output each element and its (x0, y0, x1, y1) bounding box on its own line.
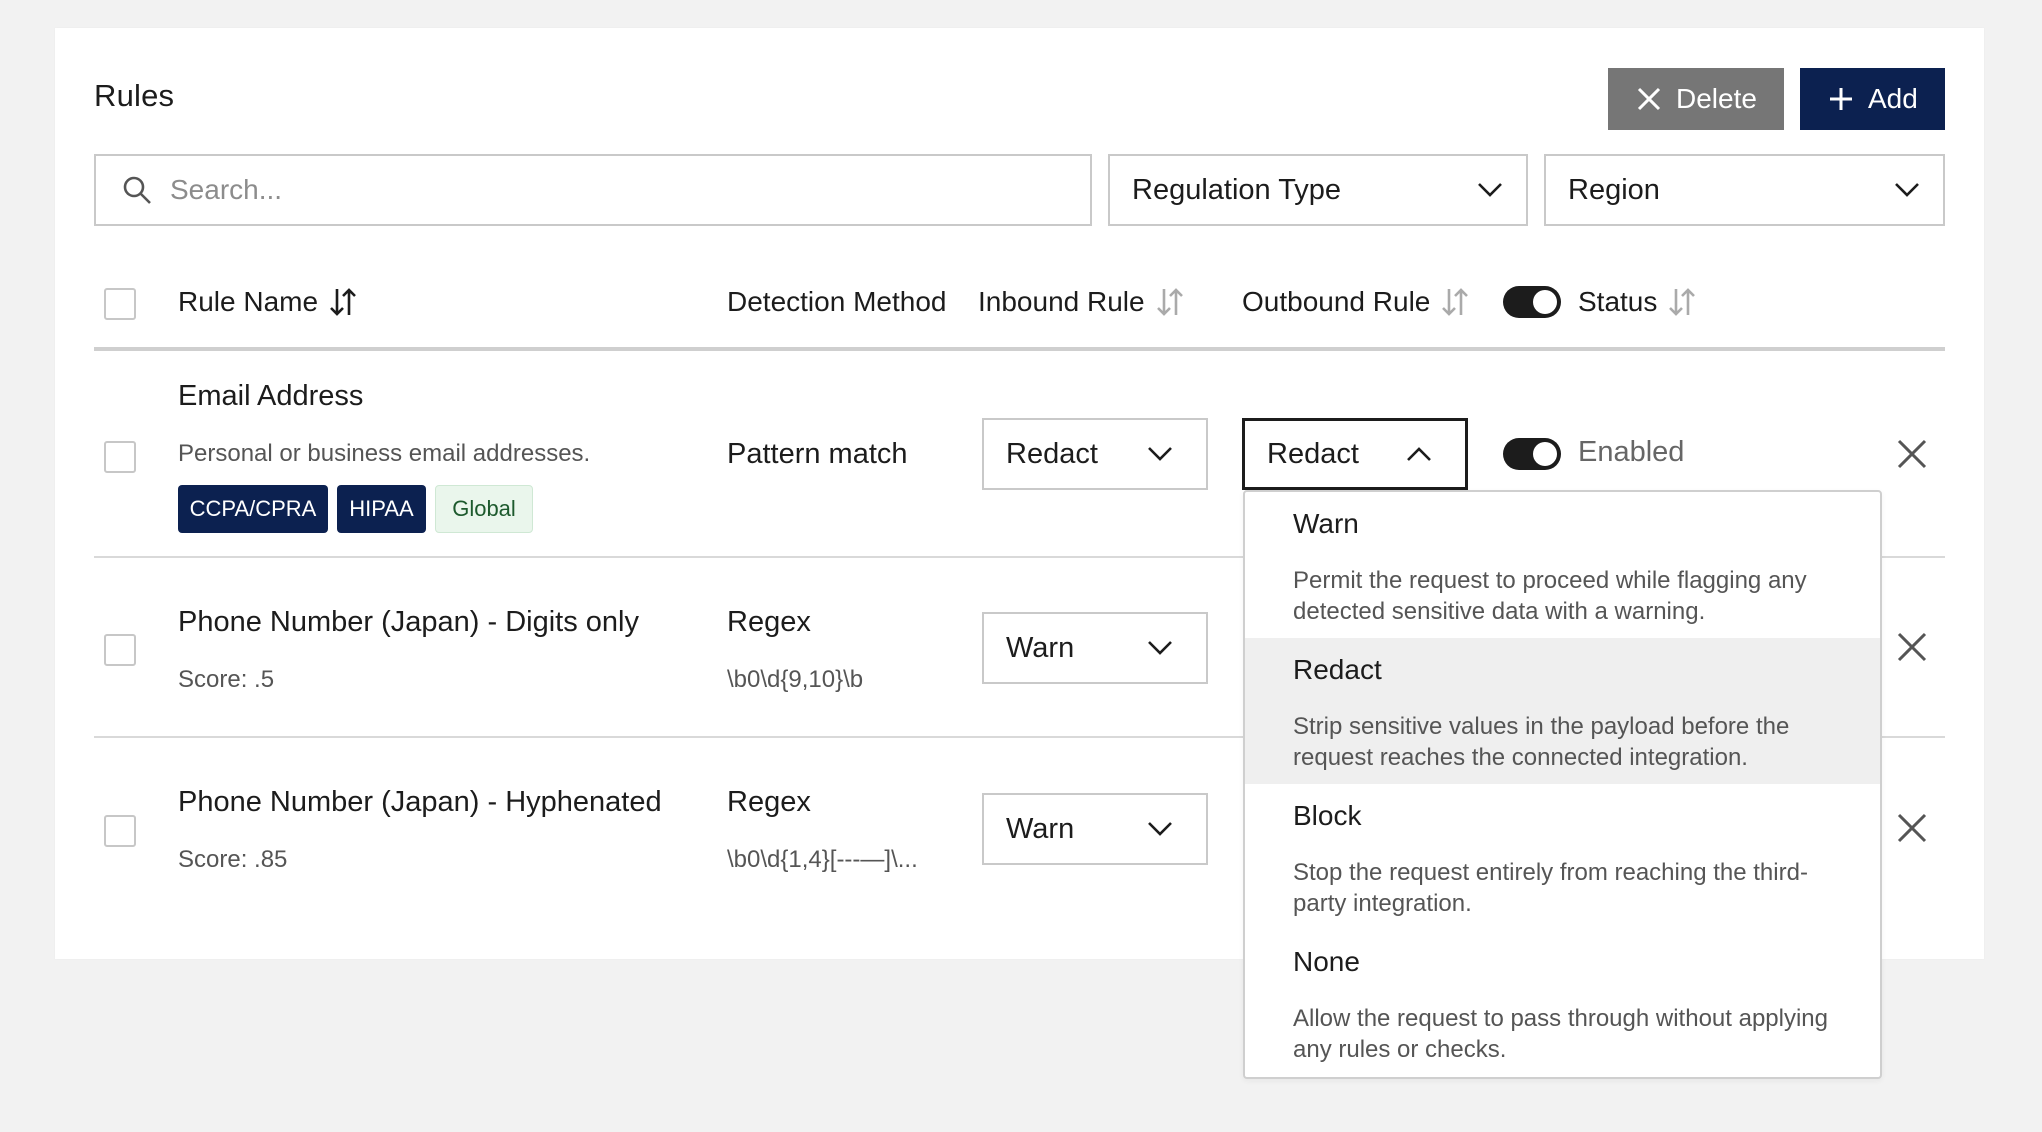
delete-button[interactable]: Delete (1608, 68, 1784, 130)
search-icon (123, 176, 151, 204)
inbound-rule-select[interactable]: Warn (982, 793, 1208, 865)
status-header-toggle[interactable] (1503, 286, 1561, 318)
row-checkbox[interactable] (104, 815, 136, 847)
add-button-label: Add (1868, 83, 1918, 114)
page-title: Rules (94, 78, 175, 113)
outbound-rule-select[interactable]: Redact (1242, 418, 1468, 490)
menu-option-description: Allow the request to pass through withou… (1293, 1005, 1828, 1063)
inbound-rule-select[interactable]: Redact (982, 418, 1208, 490)
rule-name: Phone Number (Japan) - Digits only (178, 606, 639, 638)
detection-method: Pattern match (727, 438, 908, 470)
inbound-rule-select[interactable]: Warn (982, 612, 1208, 684)
menu-option-title: None (1293, 946, 1360, 977)
row-checkbox[interactable] (104, 441, 136, 473)
chevron-up-icon (1407, 447, 1431, 461)
rule-name: Phone Number (Japan) - Hyphenated (178, 786, 662, 818)
menu-option-description: Stop the request entirely from reaching … (1293, 859, 1808, 917)
row-checkbox[interactable] (104, 634, 136, 666)
header-outbound-rule[interactable]: Outbound Rule (1242, 286, 1470, 318)
chevron-down-icon (1148, 447, 1172, 461)
menu-option-description: Strip sensitive values in the payload be… (1293, 713, 1790, 771)
add-button[interactable]: Add (1800, 68, 1945, 130)
sort-icon (1156, 288, 1183, 316)
sort-icon (1669, 288, 1696, 316)
chevron-down-icon (1148, 641, 1172, 655)
close-icon[interactable] (1896, 812, 1928, 844)
select-all-checkbox[interactable] (104, 288, 136, 320)
inbound-rule-value: Warn (1006, 812, 1075, 845)
chevron-down-icon (1895, 183, 1919, 197)
regulation-type-label: Regulation Type (1132, 173, 1342, 206)
menu-option-redact[interactable]: Redact Strip sensitive values in the pay… (1245, 638, 1880, 784)
header-inbound-label: Inbound Rule (978, 286, 1145, 317)
regex-pattern: \b0\d{9,10}\b (727, 666, 864, 693)
rule-score: Score: .5 (178, 666, 275, 693)
header-rule-name[interactable]: Rule Name (178, 286, 358, 318)
detection-method: Regex (727, 786, 811, 818)
inbound-rule-value: Warn (1006, 631, 1075, 664)
rule-description: Personal or business email addresses. (178, 440, 591, 467)
plus-icon (1830, 88, 1852, 110)
delete-button-label: Delete (1676, 83, 1757, 114)
menu-option-title: Warn (1293, 508, 1359, 539)
tag-badge: HIPAA (337, 485, 426, 533)
header-outbound-label: Outbound Rule (1242, 286, 1431, 317)
close-icon[interactable] (1896, 438, 1928, 470)
detection-method: Regex (727, 606, 811, 638)
menu-option-description: Permit the request to proceed while flag… (1293, 567, 1807, 625)
header-detection-method: Detection Method (727, 286, 947, 317)
chevron-down-icon (1148, 822, 1172, 836)
header-divider (94, 347, 1945, 351)
search-field[interactable] (94, 154, 1092, 226)
region-select[interactable]: Region (1544, 154, 1945, 226)
outbound-rule-value: Redact (1267, 437, 1359, 470)
sort-icon (330, 288, 356, 316)
status-text: Enabled (1578, 436, 1685, 468)
header-rule-name-label: Rule Name (178, 286, 319, 317)
header-status-label: Status (1578, 286, 1658, 317)
regex-pattern: \b0\d{1,4}[---—]\... (727, 846, 918, 873)
header-inbound-rule[interactable]: Inbound Rule (978, 286, 1185, 318)
close-icon[interactable] (1896, 631, 1928, 663)
menu-option-title: Redact (1293, 654, 1382, 685)
tag-badge: Global (435, 485, 533, 533)
region-label: Region (1568, 173, 1660, 206)
rule-score: Score: .85 (178, 846, 288, 873)
inbound-rule-value: Redact (1006, 437, 1098, 470)
rule-name: Email Address (178, 380, 364, 412)
status-toggle[interactable] (1503, 438, 1561, 470)
regulation-type-select[interactable]: Regulation Type (1108, 154, 1528, 226)
menu-option-block[interactable]: Block Stop the request entirely from rea… (1245, 784, 1880, 930)
outbound-rule-menu: Warn Permit the request to proceed while… (1243, 490, 1882, 1079)
search-input[interactable] (170, 174, 970, 206)
header-status[interactable]: Status (1578, 286, 1697, 318)
sort-icon (1442, 288, 1469, 316)
menu-option-warn[interactable]: Warn Permit the request to proceed while… (1245, 492, 1880, 638)
close-icon (1637, 87, 1661, 111)
tag-badge: CCPA/CPRA (178, 485, 328, 533)
menu-option-title: Block (1293, 800, 1362, 831)
menu-option-none[interactable]: None Allow the request to pass through w… (1245, 930, 1880, 1077)
chevron-down-icon (1478, 183, 1502, 197)
